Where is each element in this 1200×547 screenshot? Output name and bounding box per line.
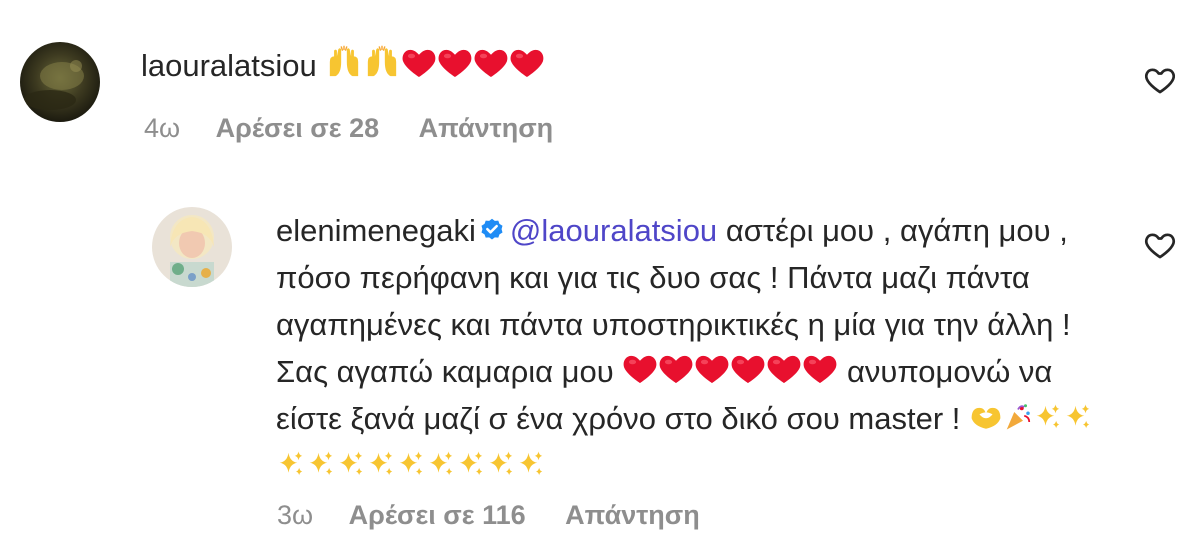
sparkles-emoji-icon xyxy=(1063,402,1093,432)
sparkles-emoji-icon xyxy=(306,449,336,479)
sparkles-emoji-icon xyxy=(456,449,486,479)
sparkles-emoji-icon xyxy=(276,449,306,479)
red-heart-emoji-icon xyxy=(401,45,437,79)
reply-meta: 3ω Αρέσει σε 116 Απάντηση xyxy=(277,500,700,531)
reply-button[interactable]: Απάντηση xyxy=(419,113,554,144)
reply-likes[interactable]: Αρέσει σε 116 xyxy=(349,500,526,531)
mention-link[interactable]: @laouralatsiou xyxy=(510,213,717,248)
comment-emojis xyxy=(325,45,545,83)
red-heart-emoji-icon xyxy=(658,351,694,385)
like-heart-icon[interactable] xyxy=(1143,228,1177,262)
red-heart-emoji-icon xyxy=(473,45,509,79)
reply-username[interactable]: elenimenegaki xyxy=(276,213,476,248)
like-heart-icon[interactable] xyxy=(1143,63,1177,97)
red-heart-emoji-icon xyxy=(509,45,545,79)
reply-time[interactable]: 3ω xyxy=(277,500,313,531)
comment-text: laouralatsiou xyxy=(141,42,1041,89)
raised-hands-emoji-icon xyxy=(325,45,363,79)
verified-badge-icon xyxy=(478,211,506,240)
red-heart-emoji-icon xyxy=(437,45,473,79)
avatar[interactable] xyxy=(152,207,232,287)
red-heart-emoji-icon xyxy=(730,351,766,385)
sparkles-emoji-icon xyxy=(366,449,396,479)
comment-time[interactable]: 4ω xyxy=(144,113,180,144)
sparkles-emoji-icon xyxy=(336,449,366,479)
red-heart-emoji-icon xyxy=(766,351,802,385)
red-heart-emoji-icon xyxy=(622,351,658,385)
red-heart-emoji-icon xyxy=(802,351,838,385)
comment-meta: 4ω Αρέσει σε 28 Απάντηση xyxy=(144,113,553,144)
comment-likes[interactable]: Αρέσει σε 28 xyxy=(216,113,380,144)
sparkles-emoji-icon xyxy=(1033,402,1063,432)
heart-hands-emoji-icon xyxy=(969,402,1003,432)
reply-emojis-hearts xyxy=(622,354,838,389)
reply-text: elenimenegaki @laouralatsiou αστέρι μου ,… xyxy=(276,207,1106,489)
party-popper-emoji-icon xyxy=(1003,402,1033,432)
avatar[interactable] xyxy=(20,42,100,122)
red-heart-emoji-icon xyxy=(694,351,730,385)
reply-button[interactable]: Απάντηση xyxy=(565,500,700,531)
comment-username[interactable]: laouralatsiou xyxy=(141,48,317,83)
sparkles-emoji-icon xyxy=(516,449,546,479)
sparkles-emoji-icon xyxy=(396,449,426,479)
raised-hands-emoji-icon xyxy=(363,45,401,79)
sparkles-emoji-icon xyxy=(486,449,516,479)
sparkles-emoji-icon xyxy=(426,449,456,479)
